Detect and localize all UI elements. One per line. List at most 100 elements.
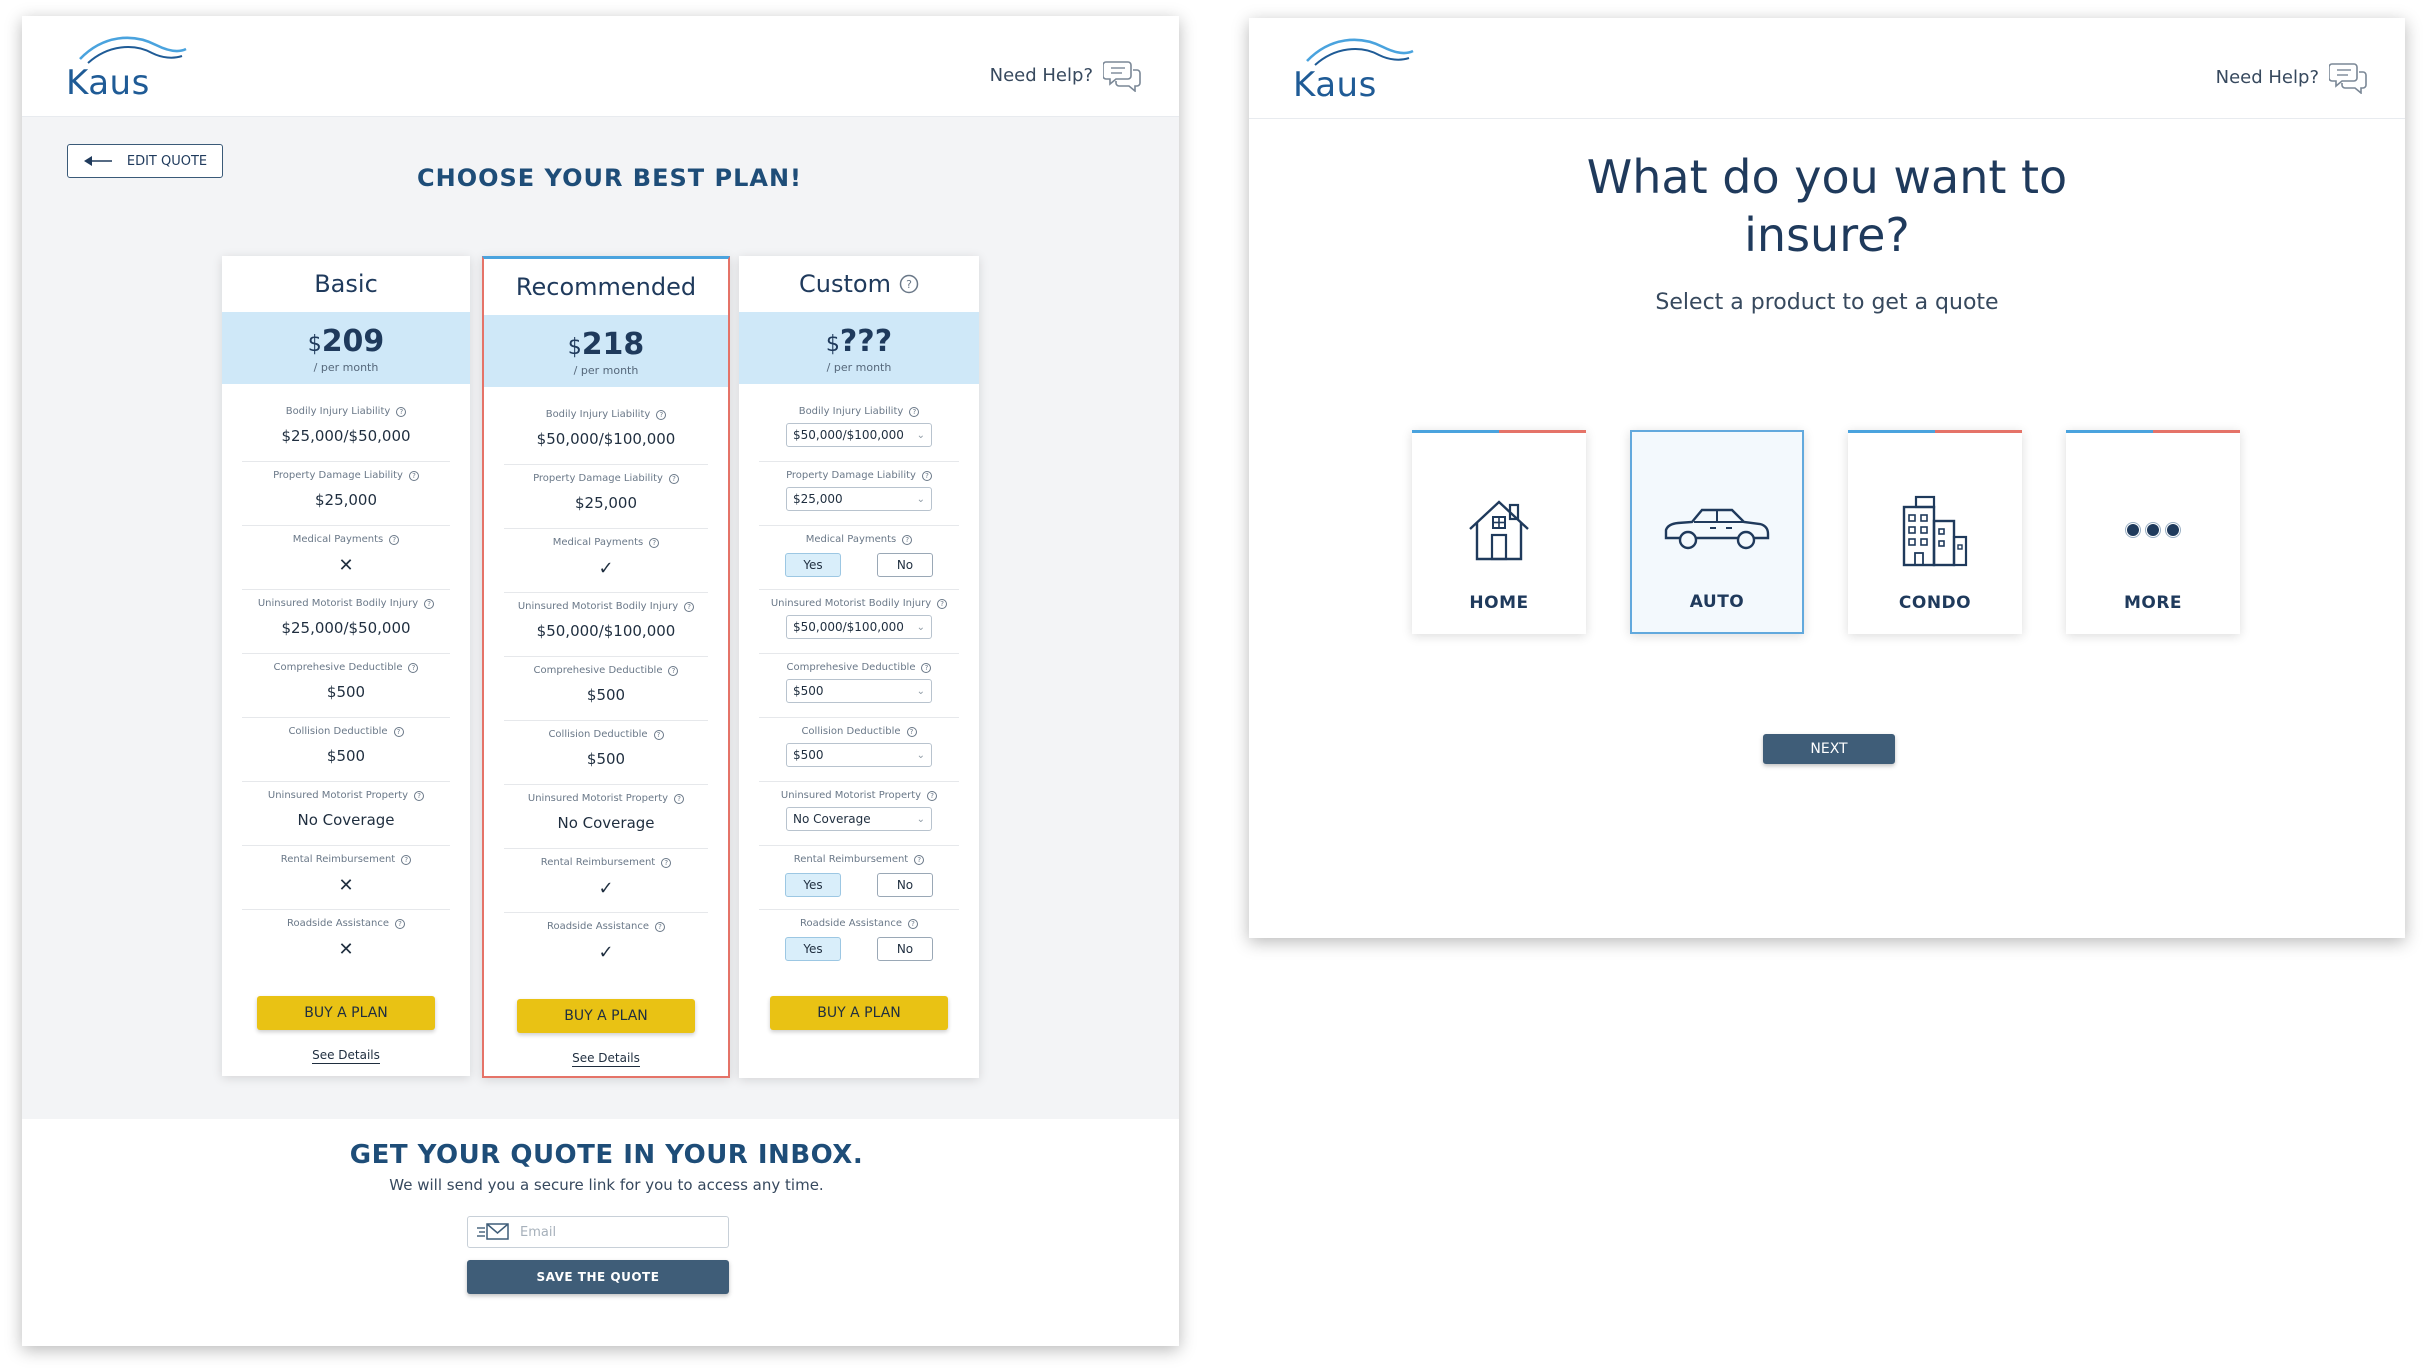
- info-icon[interactable]: ?: [656, 409, 667, 420]
- plan-name-text: Custom: [799, 270, 891, 298]
- info-icon[interactable]: ?: [908, 918, 919, 929]
- yes-button[interactable]: Yes: [785, 553, 841, 577]
- checkmark-icon: ✓: [598, 878, 614, 899]
- info-icon[interactable]: ?: [414, 790, 425, 801]
- coverage-label: Rental Reimbursement: [540, 857, 656, 868]
- info-icon[interactable]: ?: [902, 534, 913, 545]
- coverage-label: Uninsured Motorist Property: [527, 793, 669, 804]
- coverage-value: $25,000/$50,000: [281, 619, 411, 637]
- yes-button[interactable]: Yes: [785, 937, 841, 961]
- house-icon: [1469, 500, 1529, 561]
- coverage-value: $25,000/$50,000: [281, 427, 411, 445]
- no-button[interactable]: No: [877, 553, 933, 577]
- info-icon[interactable]: ?: [661, 857, 672, 868]
- currency-symbol: $: [825, 332, 840, 357]
- coverage-select[interactable]: $50,000/$100,000 ⌄: [786, 423, 932, 447]
- page-title: What do you want to insure?: [1249, 148, 2405, 264]
- no-button[interactable]: No: [877, 937, 933, 961]
- coverage-row: Comprehesive Deductible? $500: [242, 654, 450, 718]
- yes-button[interactable]: Yes: [785, 873, 841, 897]
- coverage-row: Roadside Assistance? Yes No: [759, 910, 959, 974]
- coverage-label: Property Damage Liability: [533, 473, 663, 484]
- info-icon[interactable]: ?: [914, 854, 925, 865]
- see-details-link[interactable]: See Details: [222, 1048, 470, 1064]
- brand-logo[interactable]: Kaus: [1293, 33, 1423, 113]
- info-icon[interactable]: ?: [401, 854, 412, 865]
- help-circle-icon[interactable]: ?: [899, 274, 919, 294]
- coverage-label: Uninsured Motorist Bodily Injury: [517, 601, 679, 612]
- info-icon[interactable]: ?: [684, 601, 695, 612]
- info-icon[interactable]: ?: [389, 534, 400, 545]
- chevron-down-icon: ⌄: [916, 621, 925, 633]
- info-icon[interactable]: ?: [653, 729, 664, 740]
- info-icon[interactable]: ?: [921, 662, 932, 673]
- coverage-list: Bodily Injury Liability? $50,000/$100,000…: [739, 384, 979, 974]
- coverage-row: Rental Reimbursement? ✕: [242, 846, 450, 910]
- need-help[interactable]: Need Help?: [2216, 60, 2369, 94]
- buy-plan-button[interactable]: BUY A PLAN: [770, 996, 948, 1030]
- coverage-row: Uninsured Motorist Property? No Coverage ⌄: [759, 782, 959, 846]
- see-details-link[interactable]: See Details: [484, 1051, 728, 1067]
- coverage-value: No Coverage: [297, 811, 395, 829]
- product-label: MORE: [2123, 593, 2183, 613]
- need-help-label: Need Help?: [2215, 66, 2319, 88]
- chevron-down-icon: ⌄: [916, 493, 925, 505]
- title-line-2: insure?: [1744, 208, 1910, 262]
- need-help[interactable]: Need Help?: [990, 58, 1143, 92]
- coverage-row: Collision Deductible? $500: [504, 721, 708, 785]
- coverage-select[interactable]: $50,000/$100,000 ⌄: [786, 615, 932, 639]
- save-quote-button[interactable]: SAVE THE QUOTE: [467, 1260, 729, 1294]
- info-icon[interactable]: ?: [396, 406, 407, 417]
- coverage-label: Bodily Injury Liability: [285, 406, 391, 417]
- page-title: CHOOSE YOUR BEST PLAN!: [417, 164, 802, 192]
- coverage-select[interactable]: No Coverage ⌄: [786, 807, 932, 831]
- info-icon[interactable]: ?: [668, 665, 679, 676]
- price-amount: ???: [839, 324, 893, 359]
- cross-icon: ✕: [338, 939, 354, 960]
- coverage-select[interactable]: $25,000 ⌄: [786, 487, 932, 511]
- title-line-1: What do you want to: [1586, 150, 2068, 204]
- price-amount: 218: [581, 327, 645, 362]
- next-button[interactable]: NEXT: [1763, 734, 1895, 764]
- coverage-row: Collision Deductible? $500: [242, 718, 450, 782]
- brand-logo[interactable]: Kaus: [66, 31, 196, 111]
- info-icon[interactable]: ?: [408, 662, 419, 673]
- price-band: $209 / per month: [222, 312, 470, 384]
- buy-plan-button[interactable]: BUY A PLAN: [257, 996, 435, 1030]
- product-card-auto[interactable]: AUTO: [1630, 430, 1804, 634]
- product-card-condo[interactable]: CONDO: [1848, 430, 2022, 634]
- coverage-row: Uninsured Motorist Property? No Coverage: [242, 782, 450, 846]
- info-icon[interactable]: ?: [668, 473, 679, 484]
- no-button[interactable]: No: [877, 873, 933, 897]
- coverage-label: Uninsured Motorist Property: [780, 790, 922, 801]
- coverage-row: Roadside Assistance? ✓: [504, 913, 708, 977]
- building-icon: [1902, 495, 1968, 567]
- product-card-home[interactable]: HOME: [1412, 430, 1586, 634]
- info-icon[interactable]: ?: [393, 726, 404, 737]
- info-icon[interactable]: ?: [649, 537, 660, 548]
- product-label: AUTO: [1689, 592, 1745, 612]
- price-amount: 209: [321, 324, 385, 359]
- coverage-select[interactable]: $500 ⌄: [786, 679, 932, 703]
- coverage-label: Uninsured Motorist Bodily Injury: [257, 598, 419, 609]
- product-card-more[interactable]: MORE: [2066, 430, 2240, 634]
- coverage-row: Uninsured Motorist Bodily Injury? $25,000…: [242, 590, 450, 654]
- yes-no-toggle: Yes No: [759, 553, 959, 577]
- coverage-label: Roadside Assistance: [286, 918, 390, 929]
- email-field[interactable]: Email: [467, 1216, 729, 1248]
- info-icon[interactable]: ?: [674, 793, 685, 804]
- coverage-row: Comprehesive Deductible? $500 ⌄: [759, 654, 959, 718]
- info-icon[interactable]: ?: [921, 470, 932, 481]
- info-icon[interactable]: ?: [937, 598, 948, 609]
- chevron-down-icon: ⌄: [916, 429, 925, 441]
- info-icon[interactable]: ?: [408, 470, 419, 481]
- coverage-value: $50,000/$100,000: [536, 430, 676, 448]
- coverage-select[interactable]: $500 ⌄: [786, 743, 932, 767]
- info-icon[interactable]: ?: [909, 406, 920, 417]
- info-icon[interactable]: ?: [395, 918, 406, 929]
- info-icon[interactable]: ?: [655, 921, 666, 932]
- info-icon[interactable]: ?: [424, 598, 435, 609]
- info-icon[interactable]: ?: [906, 726, 917, 737]
- buy-plan-button[interactable]: BUY A PLAN: [517, 999, 695, 1033]
- info-icon[interactable]: ?: [927, 790, 938, 801]
